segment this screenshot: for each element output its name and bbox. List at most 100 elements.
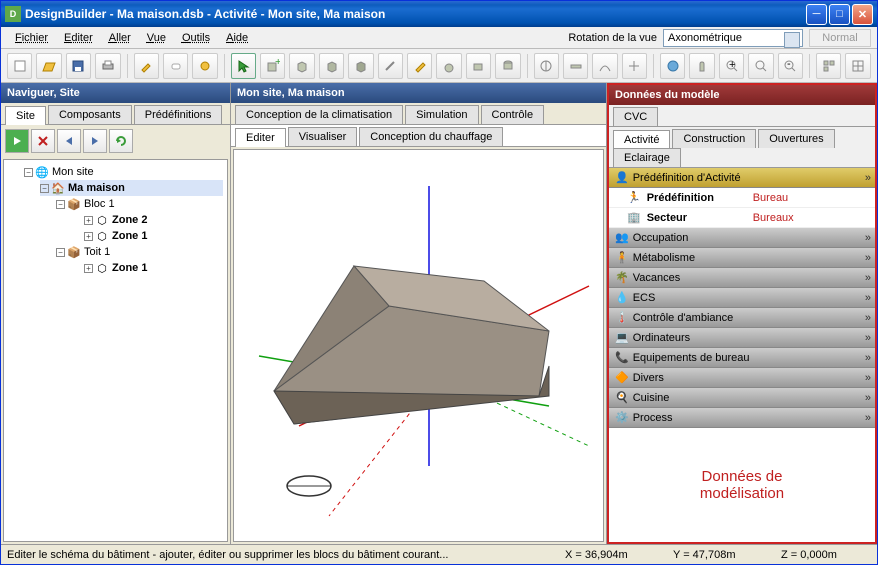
expander-icon[interactable]: +: [84, 232, 93, 241]
nav-delete-icon[interactable]: [31, 129, 55, 153]
grid-icon[interactable]: [845, 53, 870, 79]
status-message: Editer le schéma du bâtiment - ajouter, …: [7, 549, 547, 561]
3d-viewport[interactable]: [233, 149, 604, 542]
section-occupation[interactable]: 👥Occupation: [609, 228, 875, 248]
curve-icon[interactable]: [592, 53, 617, 79]
expander-icon[interactable]: +: [84, 216, 93, 225]
titlebar-text: DesignBuilder - Ma maison.dsb - Activité…: [25, 7, 806, 21]
expander-icon[interactable]: −: [56, 200, 65, 209]
tab-climatisation[interactable]: Conception de la climatisation: [235, 105, 403, 124]
rotation-select[interactable]: Axonométrique: [663, 29, 803, 47]
cube3-icon[interactable]: [348, 53, 373, 79]
nav-tab-components[interactable]: Composants: [48, 105, 132, 124]
tree-zone1b[interactable]: Zone 1: [112, 262, 147, 274]
cube2-icon[interactable]: [319, 53, 344, 79]
pencil-icon[interactable]: [407, 53, 432, 79]
tab-activite[interactable]: Activité: [613, 130, 670, 149]
maximize-button[interactable]: □: [829, 4, 850, 25]
nav-go-icon[interactable]: [5, 129, 29, 153]
globe-icon[interactable]: [660, 53, 685, 79]
data-panel-title: Données du modèle: [609, 85, 875, 105]
tab-cvc[interactable]: CVC: [613, 107, 658, 126]
expander-icon[interactable]: −: [24, 168, 33, 177]
tab-construction[interactable]: Construction: [672, 129, 756, 148]
section-vacances[interactable]: 🌴Vacances: [609, 268, 875, 288]
expander-icon[interactable]: −: [56, 248, 65, 257]
wrench-icon[interactable]: [134, 53, 159, 79]
menu-tools[interactable]: Outils: [174, 30, 218, 46]
section-ordinateurs[interactable]: 💻Ordinateurs: [609, 328, 875, 348]
body-icon: 🧍: [615, 251, 629, 264]
close-button[interactable]: ✕: [852, 4, 873, 25]
expander-icon[interactable]: +: [84, 264, 93, 273]
menu-edit[interactable]: Editer: [56, 30, 101, 46]
subtab-chauffage[interactable]: Conception du chauffage: [359, 127, 503, 146]
cross-icon[interactable]: [622, 53, 647, 79]
sun-icon[interactable]: [192, 53, 217, 79]
data-content: 👤 Prédéfinition d'Activité 🏃 Prédéfiniti…: [609, 168, 875, 542]
menu-file[interactable]: Fichier: [7, 30, 56, 46]
tree-zone1a[interactable]: Zone 1: [112, 230, 147, 242]
compass-icon[interactable]: [534, 53, 559, 79]
section-ambiance[interactable]: 🌡️Contrôle d'ambiance: [609, 308, 875, 328]
nav-refresh-icon[interactable]: [109, 129, 133, 153]
zoom-out-icon[interactable]: -: [778, 53, 803, 79]
tree-bloc[interactable]: Bloc 1: [84, 198, 115, 210]
nav-next-icon[interactable]: [83, 129, 107, 153]
section-process[interactable]: ⚙️Process: [609, 408, 875, 428]
object2-icon[interactable]: [466, 53, 491, 79]
object-icon[interactable]: [436, 53, 461, 79]
nav-tab-predefs[interactable]: Prédéfinitions: [134, 105, 223, 124]
save-icon[interactable]: [66, 53, 91, 79]
menu-view[interactable]: Vue: [139, 30, 174, 46]
tree-zone2[interactable]: Zone 2: [112, 214, 147, 226]
prop-row-predef[interactable]: 🏃 Prédéfinition Bureau: [609, 188, 875, 208]
nav-panel-title: Naviguer, Site: [1, 83, 230, 103]
ruler-icon[interactable]: [563, 53, 588, 79]
section-ecs[interactable]: 💧ECS: [609, 288, 875, 308]
print-icon[interactable]: [95, 53, 120, 79]
layout-icon[interactable]: [816, 53, 841, 79]
section-predef[interactable]: 👤 Prédéfinition d'Activité: [609, 168, 875, 188]
palm-icon: 🌴: [615, 271, 629, 284]
nav-tab-site[interactable]: Site: [5, 106, 46, 125]
tab-eclairage[interactable]: Eclairage: [613, 148, 681, 167]
tab-ouvertures[interactable]: Ouvertures: [758, 129, 834, 148]
menu-help[interactable]: Aide: [218, 30, 256, 46]
subtab-editer[interactable]: Editer: [235, 128, 286, 147]
tree-house[interactable]: Ma maison: [68, 182, 125, 194]
prop-row-secteur[interactable]: 🏢 Secteur Bureaux: [609, 208, 875, 228]
nav-tree[interactable]: −🌐Mon site −🏠Ma maison −📦Bloc 1 +⬡Zone 2…: [3, 159, 228, 542]
add-block-icon[interactable]: +: [260, 53, 285, 79]
open-icon[interactable]: [36, 53, 61, 79]
body: Naviguer, Site Site Composants Prédéfini…: [1, 83, 877, 544]
tab-simulation[interactable]: Simulation: [405, 105, 478, 124]
nav-prev-icon[interactable]: [57, 129, 81, 153]
zoom-fit-icon[interactable]: [748, 53, 773, 79]
tab-controle[interactable]: Contrôle: [481, 105, 545, 124]
menu-go[interactable]: Aller: [101, 30, 139, 46]
minimize-button[interactable]: ─: [806, 4, 827, 25]
section-metabolisme[interactable]: 🧍Métabolisme: [609, 248, 875, 268]
cursor-icon[interactable]: [231, 53, 256, 79]
expander-icon[interactable]: −: [40, 184, 49, 193]
titlebar[interactable]: D DesignBuilder - Ma maison.dsb - Activi…: [1, 1, 877, 27]
main-toolbar: + + -: [1, 49, 877, 83]
cube-icon[interactable]: [289, 53, 314, 79]
wand-icon[interactable]: [378, 53, 403, 79]
rotation-mode[interactable]: Normal: [809, 29, 871, 47]
run-icon: 🏃: [627, 191, 641, 204]
tree-site[interactable]: Mon site: [52, 166, 94, 178]
hand-icon[interactable]: [689, 53, 714, 79]
eraser-icon[interactable]: [163, 53, 188, 79]
section-divers[interactable]: 🔶Divers: [609, 368, 875, 388]
new-icon[interactable]: [7, 53, 32, 79]
section-equipements[interactable]: 📞Equipements de bureau: [609, 348, 875, 368]
data-panel: Données du modèle CVC Activité Construct…: [607, 83, 877, 544]
section-cuisine[interactable]: 🍳Cuisine: [609, 388, 875, 408]
subtab-visualiser[interactable]: Visualiser: [288, 127, 358, 146]
rotation-value: Axonométrique: [668, 32, 742, 44]
zoom-in-icon[interactable]: +: [719, 53, 744, 79]
tree-toit[interactable]: Toit 1: [84, 246, 110, 258]
cylinder-icon[interactable]: [495, 53, 520, 79]
